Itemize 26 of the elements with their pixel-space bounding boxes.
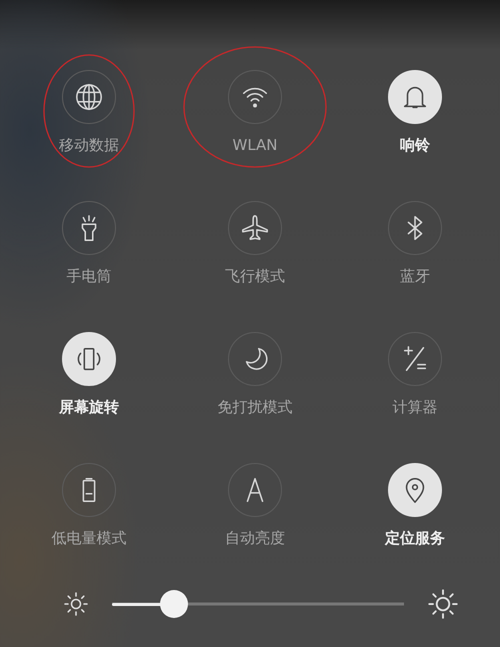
slider-thumb[interactable] bbox=[160, 590, 188, 618]
toggle-button[interactable] bbox=[228, 463, 282, 517]
toggle-label: 屏幕旋转 bbox=[59, 397, 119, 417]
toggle-button[interactable] bbox=[62, 463, 116, 517]
toggle-label: 计算器 bbox=[392, 397, 438, 417]
globe-icon bbox=[74, 82, 104, 112]
toggle-label: 手电筒 bbox=[66, 266, 112, 286]
toggle-label: WLAN bbox=[232, 135, 278, 155]
toggle-button[interactable] bbox=[388, 201, 442, 255]
toggle-button[interactable] bbox=[228, 201, 282, 255]
toggle-button[interactable] bbox=[228, 70, 282, 124]
toggle-label: 响铃 bbox=[400, 135, 430, 155]
airplane-icon bbox=[240, 213, 270, 243]
toggle-label: 飞行模式 bbox=[225, 266, 285, 286]
toggle-label: 免打扰模式 bbox=[218, 397, 292, 417]
toggle-button[interactable] bbox=[228, 332, 282, 386]
toggle-label: 移动数据 bbox=[59, 135, 119, 155]
toggle-button[interactable] bbox=[62, 70, 116, 124]
toggle-label: 蓝牙 bbox=[400, 266, 430, 286]
toggle-label: 自动亮度 bbox=[225, 528, 285, 548]
toggle-button[interactable] bbox=[388, 332, 442, 386]
bright-sun-icon bbox=[428, 589, 458, 619]
toggle-label: 低电量模式 bbox=[52, 528, 126, 548]
toggle-button[interactable] bbox=[62, 201, 116, 255]
toggle-label: 定位服务 bbox=[385, 528, 445, 548]
dim-sun-icon bbox=[64, 592, 88, 616]
